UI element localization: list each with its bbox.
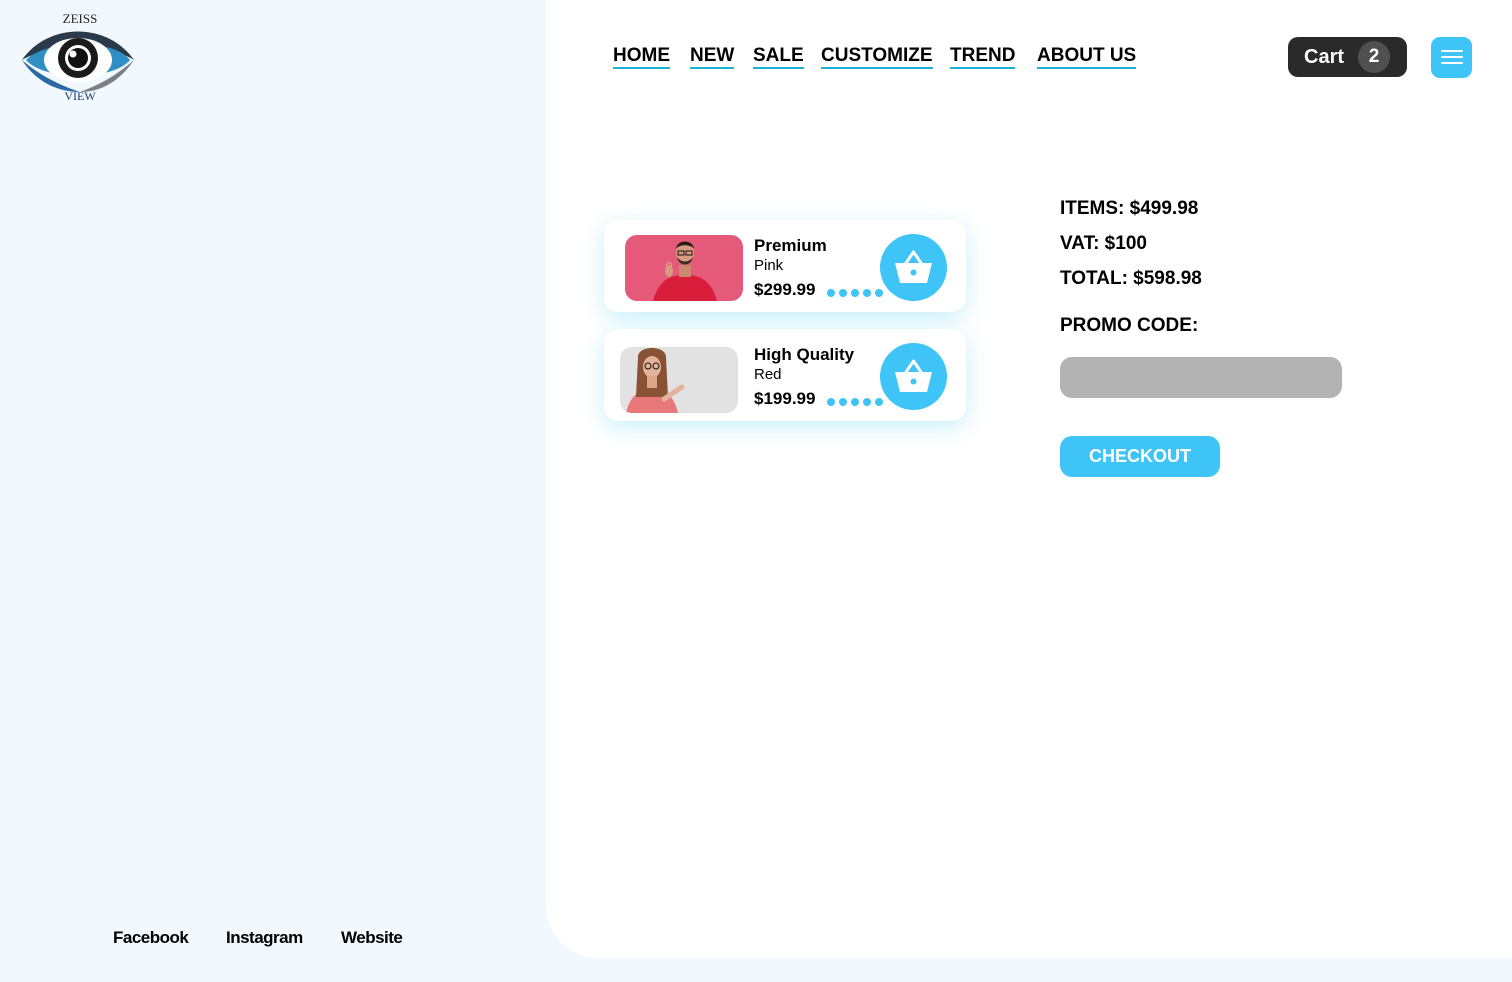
promo-code-label: PROMO CODE: [1060, 315, 1199, 336]
website-link[interactable]: Website [341, 928, 403, 948]
svg-text:ZEISS: ZEISS [63, 11, 98, 26]
product-name: High Quality [754, 345, 855, 364]
items-total: ITEMS: $499.98 [1060, 198, 1199, 219]
product-name: Premium [754, 236, 827, 255]
nav-trend[interactable]: TREND [950, 45, 1016, 69]
product-color: Pink [754, 257, 784, 274]
cart-button[interactable]: Cart 2 [1288, 37, 1407, 77]
nav-customize[interactable]: CUSTOMIZE [821, 45, 933, 69]
nav-home[interactable]: HOME [613, 45, 670, 69]
cart-item-card: High Quality Red $199.99 [604, 329, 966, 421]
eye-logo-icon: ZEISS VIEW [22, 11, 134, 103]
instagram-link[interactable]: Instagram [226, 928, 303, 948]
menu-button[interactable] [1431, 37, 1472, 78]
basket-icon [895, 250, 932, 283]
cart-label: Cart [1304, 46, 1345, 68]
order-total: TOTAL: $598.98 [1060, 268, 1202, 289]
main-panel [546, 0, 1512, 958]
color-dots [827, 289, 883, 297]
nav-new[interactable]: NEW [690, 45, 735, 69]
product-color: Red [754, 366, 782, 383]
add-to-basket-button[interactable] [880, 343, 947, 410]
vat-amount: VAT: $100 [1060, 233, 1147, 254]
cart-item-card: Premium Pink $299.99 [604, 220, 966, 312]
add-to-basket-button[interactable] [880, 234, 947, 301]
svg-text:VIEW: VIEW [64, 89, 96, 103]
checkout-button[interactable]: CHECKOUT [1060, 436, 1220, 477]
nav-about-us[interactable]: ABOUT US [1037, 45, 1137, 69]
product-image-man [625, 235, 743, 301]
brand-logo: ZEISS VIEW [18, 10, 138, 104]
facebook-link[interactable]: Facebook [113, 928, 189, 948]
product-price: $299.99 [754, 280, 816, 299]
product-image-woman [620, 347, 738, 413]
color-dots [827, 398, 883, 406]
product-price: $199.99 [754, 389, 816, 408]
promo-code-input[interactable] [1060, 357, 1342, 398]
basket-icon [895, 359, 932, 392]
cart-count-badge: 2 [1358, 41, 1390, 73]
nav-sale[interactable]: SALE [753, 45, 804, 69]
